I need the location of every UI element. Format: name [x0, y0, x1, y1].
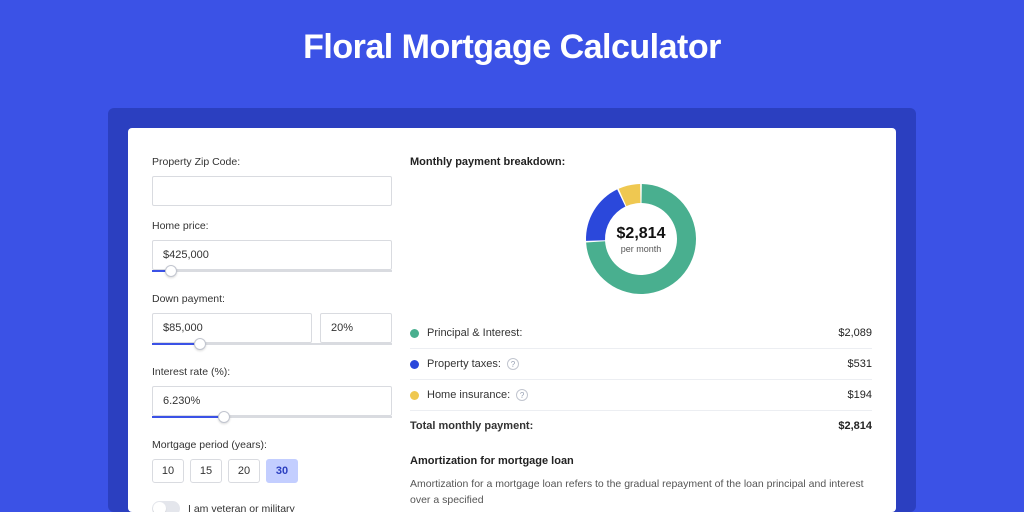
- legend-amount: $2,089: [838, 327, 872, 339]
- legend-amount: $194: [848, 389, 872, 401]
- donut-sub: per month: [621, 244, 662, 254]
- legend-row: Home insurance:? $194: [410, 379, 872, 410]
- mortgage-period-options: 10152030: [152, 459, 392, 483]
- home-price-block: Home price:: [152, 220, 392, 283]
- info-icon[interactable]: ?: [516, 389, 528, 401]
- slider-thumb[interactable]: [218, 411, 230, 423]
- slider-track: [152, 270, 392, 272]
- slider-fill: [152, 416, 224, 418]
- legend-label: Principal & Interest:: [427, 327, 522, 339]
- total-row: Total monthly payment: $2,814: [410, 410, 872, 441]
- mortgage-period-chip-20[interactable]: 20: [228, 459, 260, 483]
- info-icon[interactable]: ?: [507, 358, 519, 370]
- down-payment-block: Down payment:: [152, 293, 392, 356]
- legend-dot: [410, 391, 419, 400]
- mortgage-period-chip-15[interactable]: 15: [190, 459, 222, 483]
- amortization-title: Amortization for mortgage loan: [410, 455, 872, 467]
- page-title: Floral Mortgage Calculator: [0, 0, 1024, 67]
- interest-rate-slider[interactable]: [152, 415, 392, 429]
- page: Floral Mortgage Calculator Property Zip …: [0, 0, 1024, 512]
- total-amount: $2,814: [838, 420, 872, 432]
- slider-thumb[interactable]: [165, 265, 177, 277]
- slider-fill: [152, 343, 200, 345]
- home-price-slider[interactable]: [152, 269, 392, 283]
- donut-center: $2,814 per month: [580, 178, 702, 300]
- veteran-row: I am veteran or military: [152, 501, 392, 512]
- donut-chart: $2,814 per month: [580, 178, 702, 300]
- veteran-label: I am veteran or military: [188, 503, 295, 512]
- amortization-section: Amortization for mortgage loan Amortizat…: [410, 455, 872, 509]
- total-label: Total monthly payment:: [410, 420, 533, 432]
- home-price-input[interactable]: [152, 240, 392, 270]
- breakdown-title: Monthly payment breakdown:: [410, 156, 872, 168]
- mortgage-period-chip-10[interactable]: 10: [152, 459, 184, 483]
- legend-label: Home insurance:: [427, 389, 510, 401]
- amortization-text: Amortization for a mortgage loan refers …: [410, 477, 872, 509]
- veteran-toggle[interactable]: [152, 501, 180, 512]
- legend: Principal & Interest: $2,089 Property taxe…: [410, 318, 872, 410]
- down-payment-input[interactable]: [152, 313, 312, 343]
- zip-label: Property Zip Code:: [152, 156, 392, 168]
- mortgage-period-chip-30[interactable]: 30: [266, 459, 298, 483]
- interest-rate-label: Interest rate (%):: [152, 366, 392, 378]
- breakdown-column: Monthly payment breakdown: $2,814 per mo…: [410, 156, 872, 512]
- legend-dot: [410, 329, 419, 338]
- down-payment-label: Down payment:: [152, 293, 392, 305]
- down-payment-pct-input[interactable]: [320, 313, 392, 343]
- mortgage-period-label: Mortgage period (years):: [152, 439, 392, 451]
- calculator-card: Property Zip Code: Home price: Down paym…: [128, 128, 896, 512]
- zip-input[interactable]: [152, 176, 392, 206]
- mortgage-period-block: Mortgage period (years): 10152030: [152, 439, 392, 483]
- legend-label: Property taxes:: [427, 358, 501, 370]
- donut-chart-wrap: $2,814 per month: [410, 178, 872, 300]
- legend-row: Property taxes:? $531: [410, 348, 872, 379]
- zip-field-block: Property Zip Code:: [152, 156, 392, 206]
- legend-dot: [410, 360, 419, 369]
- home-price-label: Home price:: [152, 220, 392, 232]
- form-column: Property Zip Code: Home price: Down paym…: [152, 156, 392, 512]
- donut-amount: $2,814: [617, 225, 666, 243]
- down-payment-slider[interactable]: [152, 342, 392, 356]
- legend-amount: $531: [848, 358, 872, 370]
- legend-row: Principal & Interest: $2,089: [410, 318, 872, 348]
- toggle-knob: [153, 502, 166, 512]
- interest-rate-input[interactable]: [152, 386, 392, 416]
- interest-rate-block: Interest rate (%):: [152, 366, 392, 429]
- slider-thumb[interactable]: [194, 338, 206, 350]
